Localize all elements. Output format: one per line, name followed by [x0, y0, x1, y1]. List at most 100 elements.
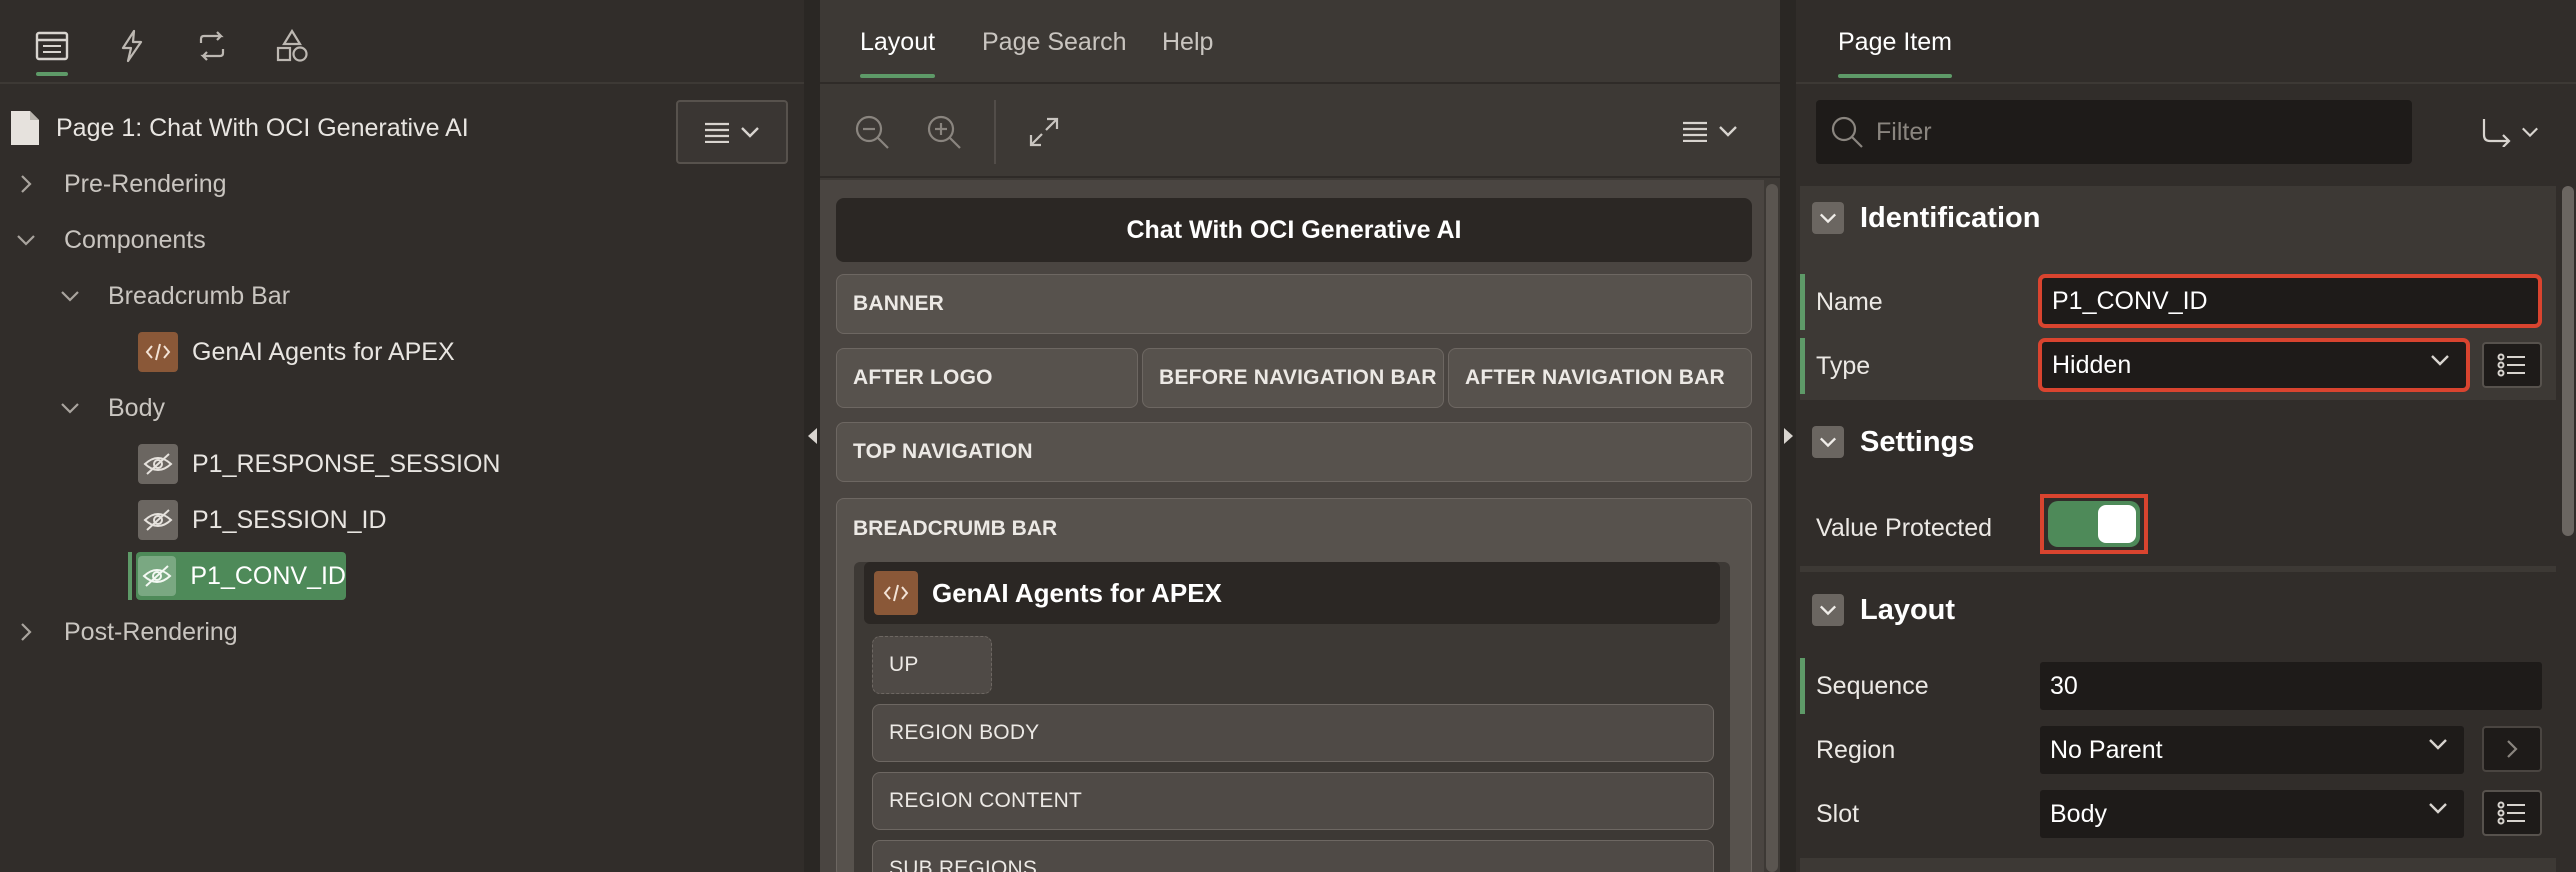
hidden-item-icon	[138, 556, 177, 596]
slot-after-navigation-bar[interactable]: AFTER NAVIGATION BAR	[1448, 348, 1752, 408]
name-input[interactable]: P1_CONV_ID	[2038, 274, 2542, 328]
slot-after-logo[interactable]: AFTER LOGO	[836, 348, 1138, 408]
region-select[interactable]: No Parent	[2040, 726, 2464, 774]
zoom-in-icon[interactable]	[926, 114, 962, 150]
tab-page-item[interactable]: Page Item	[1838, 28, 1952, 78]
toggle-knob	[2098, 505, 2136, 543]
go-to-group-button[interactable]	[2462, 100, 2558, 164]
slot-top-navigation[interactable]: TOP NAVIGATION	[836, 422, 1752, 482]
hidden-item-icon	[138, 500, 178, 540]
prop-row-type: Type Hidden	[1800, 334, 2556, 398]
collapse-right-icon[interactable]	[1783, 428, 1793, 444]
layout-toolbar	[820, 86, 1780, 178]
tab-rendering[interactable]	[24, 18, 80, 76]
genai-region-title[interactable]: GenAI Agents for APEX	[864, 562, 1720, 624]
layout-menu-button[interactable]	[1682, 120, 1738, 142]
tree-node-p1-conv-id[interactable]: P1_CONV_ID	[136, 552, 346, 600]
go-to-region-button[interactable]	[2482, 726, 2542, 772]
group-divider	[1800, 858, 2556, 872]
selection-marker	[128, 552, 132, 600]
type-select[interactable]: Hidden	[2038, 338, 2470, 392]
rendering-icon	[35, 31, 69, 61]
slot-select[interactable]: Body	[2040, 790, 2464, 838]
canvas-scrollbar[interactable]	[1766, 184, 1778, 872]
chevron-down-icon	[740, 126, 760, 138]
group-title: Identification	[1860, 201, 2041, 234]
tree-node-p1-response-session[interactable]: P1_RESPONSE_SESSION	[138, 440, 500, 488]
page-node[interactable]: Page 1: Chat With OCI Generative AI	[8, 104, 469, 152]
filter-input[interactable]: Filter	[1816, 100, 2412, 164]
tree-node-pre-rendering[interactable]: Pre-Rendering	[14, 160, 227, 208]
layout-tabs: Layout Page Search Help	[820, 0, 1780, 84]
sequence-label: Sequence	[1816, 671, 1929, 700]
chevron-right-icon[interactable]	[14, 620, 38, 644]
page-title-bar[interactable]: Chat With OCI Generative AI	[836, 198, 1752, 262]
slot-sub-regions[interactable]: SUB REGIONS	[872, 840, 1714, 872]
slot-up[interactable]: UP	[872, 636, 992, 694]
slot-value: Body	[2050, 799, 2107, 828]
tab-page-search[interactable]: Page Search	[982, 28, 1127, 78]
chevron-down-icon[interactable]	[1812, 426, 1844, 458]
tree-label: P1_SESSION_ID	[192, 505, 387, 534]
chevron-down-icon[interactable]	[14, 228, 38, 252]
tree-node-post-rendering[interactable]: Post-Rendering	[14, 608, 238, 656]
slot-label: Slot	[1816, 799, 1860, 828]
chevron-down-icon	[2430, 354, 2450, 366]
type-label: Type	[1816, 351, 1871, 380]
group-title: Layout	[1860, 593, 1956, 626]
right-splitter[interactable]	[1780, 0, 1796, 872]
tree-label: Components	[64, 225, 206, 254]
left-splitter[interactable]	[804, 0, 820, 872]
group-layout[interactable]: Layout	[1800, 578, 2556, 642]
chevron-down-icon[interactable]	[58, 396, 82, 420]
group-settings[interactable]: Settings	[1800, 410, 2556, 474]
sequence-input[interactable]: 30	[2040, 662, 2542, 710]
value-protected-toggle[interactable]	[2048, 501, 2140, 547]
slot-region-body[interactable]: REGION BODY	[872, 704, 1714, 762]
tab-help[interactable]: Help	[1162, 28, 1213, 78]
type-value: Hidden	[2052, 350, 2132, 379]
tab-shared-components[interactable]	[264, 18, 320, 74]
shapes-icon	[275, 29, 309, 63]
tree-label: GenAI Agents for APEX	[192, 337, 455, 366]
chevron-down-icon[interactable]	[1812, 202, 1844, 234]
tab-dynamic-actions[interactable]	[104, 18, 160, 74]
slot-banner[interactable]: BANNER	[836, 274, 1752, 334]
tab-layout[interactable]: Layout	[860, 28, 936, 78]
chevron-down-icon[interactable]	[58, 284, 82, 308]
list-of-values-button[interactable]	[2482, 342, 2542, 388]
layout-canvas[interactable]: Chat With OCI Generative AI BANNER AFTER…	[820, 180, 1764, 872]
collapse-left-icon[interactable]	[807, 428, 817, 444]
property-scrollbar[interactable]	[2562, 186, 2574, 536]
expand-icon[interactable]	[1028, 116, 1060, 148]
tree-node-p1-session-id[interactable]: P1_SESSION_ID	[138, 496, 387, 544]
prop-row-value-protected: Value Protected	[1800, 492, 2556, 564]
tab-processing[interactable]	[184, 18, 240, 74]
tree-node-breadcrumb-bar[interactable]: Breadcrumb Bar	[58, 272, 290, 320]
slot-before-navigation-bar[interactable]: BEFORE NAVIGATION BAR	[1142, 348, 1444, 408]
page-title: Page 1: Chat With OCI Generative AI	[56, 113, 469, 142]
slot-list-button[interactable]	[2482, 790, 2542, 836]
layout-panel: Layout Page Search Help Chat With OCI Ge…	[820, 0, 1780, 872]
arrow-down-right-icon	[2481, 117, 2513, 147]
chevron-right-icon[interactable]	[14, 172, 38, 196]
tree-node-genai-agents[interactable]: GenAI Agents for APEX	[138, 328, 455, 376]
chevron-right-icon	[2506, 739, 2518, 759]
rendering-tree-panel: Page 1: Chat With OCI Generative AI Pre-…	[0, 0, 804, 872]
zoom-out-icon[interactable]	[854, 114, 890, 150]
required-marker	[1800, 658, 1805, 714]
menu-lines-icon	[1682, 120, 1708, 142]
toolbar-divider	[994, 100, 996, 164]
tree-node-body[interactable]: Body	[58, 384, 165, 432]
property-tabs: Page Item	[1796, 0, 2576, 84]
tree-menu-button[interactable]	[676, 100, 788, 164]
tree-node-components[interactable]: Components	[14, 216, 206, 264]
prop-row-region: Region No Parent	[1800, 718, 2556, 782]
slot-region-content[interactable]: REGION CONTENT	[872, 772, 1714, 830]
value-protected-highlight	[2040, 494, 2148, 554]
processing-icon	[195, 31, 229, 61]
group-identification[interactable]: Identification	[1800, 186, 2556, 250]
left-panel-tabs	[0, 0, 804, 84]
hidden-item-icon	[138, 444, 178, 484]
chevron-down-icon[interactable]	[1812, 594, 1844, 626]
